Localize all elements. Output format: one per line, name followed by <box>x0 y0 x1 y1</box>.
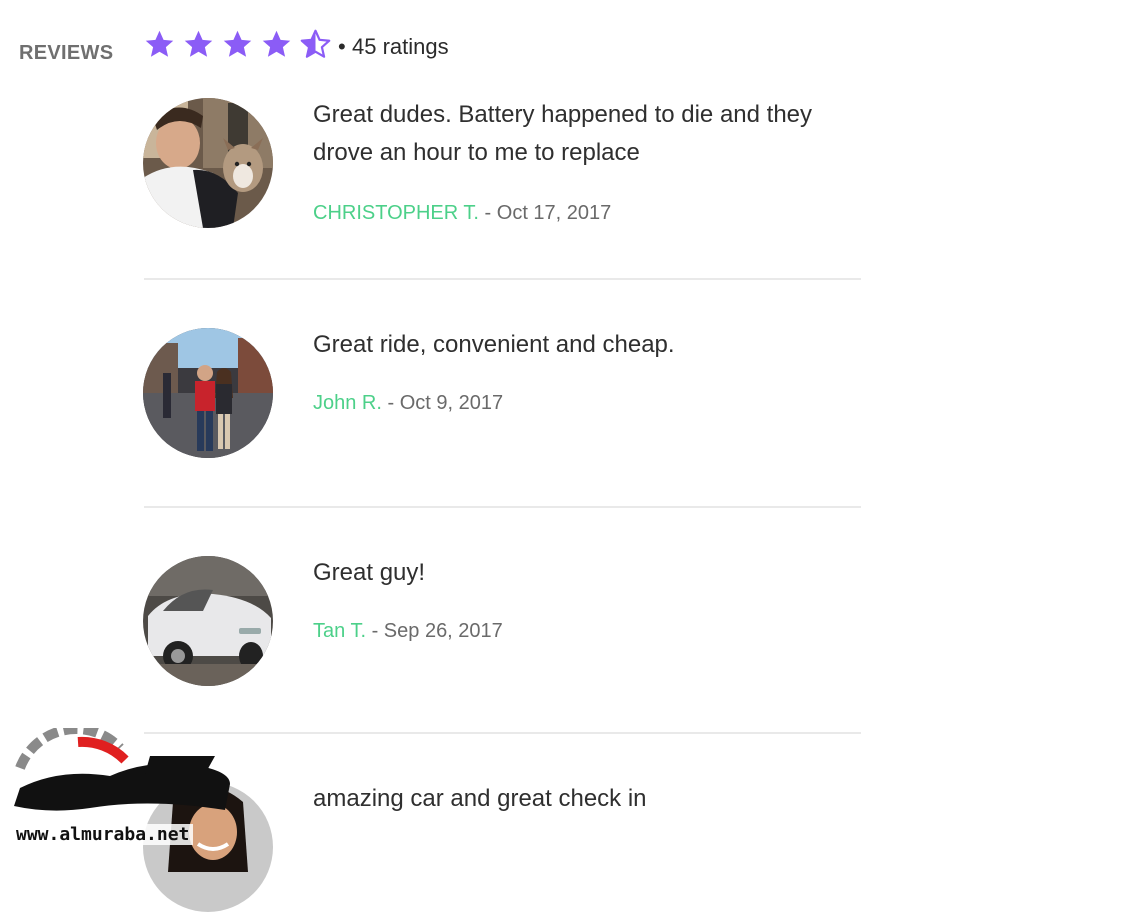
photo-couple-street-icon <box>143 328 273 458</box>
review-meta: John R. - Oct 9, 2017 <box>313 392 503 415</box>
review-meta: Tan T. - Sep 26, 2017 <box>313 620 503 643</box>
divider <box>144 506 861 508</box>
review-text: Great guy! <box>313 559 426 586</box>
review-author[interactable]: CHRISTOPHER T. <box>313 202 479 224</box>
star-full-icon <box>145 30 174 57</box>
review-author[interactable]: Tan T. <box>313 620 366 642</box>
watermark-url: www.almuraba.net <box>12 824 194 845</box>
rating-count: 45 ratings <box>352 34 449 59</box>
meta-dash: - <box>484 202 492 224</box>
divider <box>144 278 861 280</box>
meta-dash: - <box>371 620 379 642</box>
review-text: amazing car and great check in <box>313 785 647 812</box>
meta-dash: - <box>387 392 395 414</box>
section-title: REVIEWS <box>19 42 114 64</box>
review-date: Oct 9, 2017 <box>399 392 504 414</box>
reviews-header: REVIEWS • 45 ratings <box>0 0 1136 96</box>
review-text: Great dudes. Battery happened to die and… <box>313 101 813 166</box>
photo-white-convertible-car-icon <box>143 556 273 686</box>
review-meta: CHRISTOPHER T. - Oct 17, 2017 <box>313 202 611 225</box>
star-full-icon <box>184 30 213 57</box>
review-author[interactable]: John R. <box>313 392 382 414</box>
star-full-icon <box>223 30 252 57</box>
watermark-logo-icon <box>14 724 230 811</box>
review-date: Sep 26, 2017 <box>383 620 503 642</box>
avatar[interactable] <box>143 328 273 458</box>
rating-separator: • <box>338 34 346 59</box>
star-full-icon <box>262 30 291 57</box>
review-date: Oct 17, 2017 <box>496 202 612 224</box>
avatar[interactable] <box>143 556 273 686</box>
star-rating <box>143 28 332 61</box>
avatar[interactable] <box>143 98 273 228</box>
watermark: www.almuraba.net <box>0 724 240 852</box>
review-text: Great ride, convenient and cheap. <box>313 331 675 358</box>
photo-man-with-dog-icon <box>143 98 273 228</box>
divider <box>144 732 861 734</box>
star-half-icon <box>300 29 331 58</box>
